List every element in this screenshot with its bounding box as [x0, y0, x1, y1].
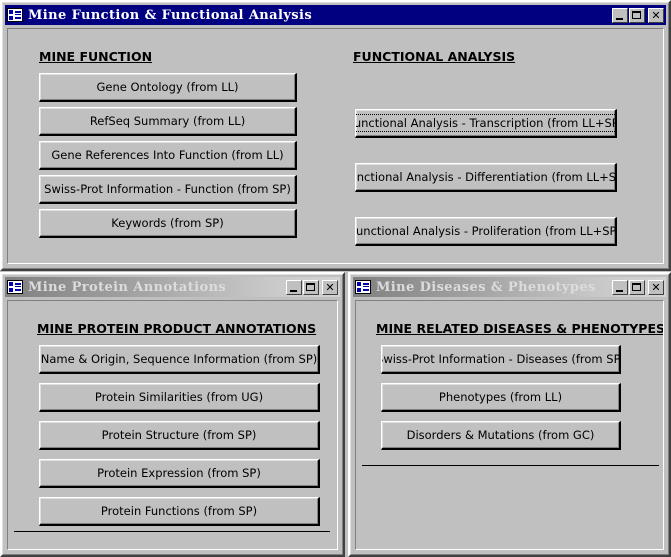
window-mine-function: Mine Function & Functional Analysis ✕ MI…	[0, 0, 671, 271]
section-heading-functional-analysis: FUNCTIONAL ANALYSIS	[353, 49, 516, 64]
button-label: Functional Analysis - Differentiation (f…	[355, 170, 617, 184]
desktop-root: Mine Function & Functional Analysis ✕ MI…	[0, 0, 671, 557]
close-button[interactable]: ✕	[648, 279, 664, 295]
close-button[interactable]: ✕	[322, 279, 338, 295]
button-disorders-mutations[interactable]: Disorders & Mutations (from GC)	[381, 421, 621, 450]
button-label: Gene Ontology (from LL)	[96, 80, 239, 94]
button-label: Protein Structure (from SP)	[101, 428, 257, 442]
window-title: Mine Function & Functional Analysis	[28, 7, 313, 23]
form-list-icon	[7, 280, 23, 294]
button-swiss-prot-information-diseases[interactable]: Swiss-Prot Information - Diseases (from …	[381, 345, 621, 374]
window-title: Mine Protein Annotations	[28, 279, 227, 295]
titlebar-mine-diseases-phenotypes[interactable]: Mine Diseases & Phenotypes ✕	[353, 277, 666, 297]
close-button[interactable]: ✕	[648, 7, 664, 23]
minimize-button[interactable]	[612, 279, 628, 295]
button-label: Swiss-Prot Information - Function (from …	[44, 182, 291, 196]
section-heading-mine-protein-product-annotations: MINE PROTEIN PRODUCT ANNOTATIONS	[37, 321, 317, 336]
button-label: Functional Analysis - Proliferation (fro…	[355, 224, 617, 238]
minimize-button[interactable]	[286, 279, 302, 295]
button-label: Protein Functions (from SP)	[100, 504, 258, 518]
button-gene-references-into-function[interactable]: Gene References Into Function (from LL)	[39, 141, 297, 170]
button-functional-analysis-proliferation[interactable]: Functional Analysis - Proliferation (fro…	[355, 217, 617, 246]
window-mine-diseases-phenotypes: Mine Diseases & Phenotypes ✕ MINE RELATE…	[348, 272, 671, 557]
maximize-button[interactable]	[629, 279, 645, 295]
button-label: Keywords (from SP)	[111, 216, 224, 230]
maximize-button[interactable]	[303, 279, 319, 295]
client-area-mine-protein-annotations: MINE PROTEIN PRODUCT ANNOTATIONS Name & …	[7, 300, 338, 550]
section-heading-mine-function: MINE FUNCTION	[39, 49, 153, 64]
section-heading-mine-related-diseases-phenotypes: MINE RELATED DISEASES & PHENOTYPES	[376, 321, 664, 336]
window-controls: ✕	[286, 279, 338, 295]
button-protein-structure[interactable]: Protein Structure (from SP)	[39, 421, 320, 450]
button-label: Protein Expression (from SP)	[97, 466, 261, 480]
button-label: Protein Similarities (from UG)	[94, 390, 264, 404]
button-label: Disorders & Mutations (from GC)	[406, 428, 595, 442]
window-controls: ✕	[612, 7, 664, 23]
button-name-origin-sequence-information[interactable]: Name & Origin, Sequence Information (fro…	[39, 345, 320, 374]
section-divider	[14, 531, 330, 532]
button-protein-expression[interactable]: Protein Expression (from SP)	[39, 459, 320, 488]
button-label: Phenotypes (from LL)	[438, 390, 563, 404]
form-list-icon	[355, 280, 371, 294]
button-refseq-summary[interactable]: RefSeq Summary (from LL)	[39, 107, 297, 136]
button-phenotypes[interactable]: Phenotypes (from LL)	[381, 383, 621, 412]
button-functional-analysis-transcription[interactable]: Functional Analysis - Transcription (fro…	[355, 109, 617, 138]
window-controls: ✕	[612, 279, 664, 295]
button-functional-analysis-differentiation[interactable]: Functional Analysis - Differentiation (f…	[355, 163, 617, 192]
client-area-mine-diseases-phenotypes: MINE RELATED DISEASES & PHENOTYPES Swiss…	[355, 300, 664, 550]
titlebar-mine-function[interactable]: Mine Function & Functional Analysis ✕	[5, 5, 666, 25]
button-label: Gene References Into Function (from LL)	[51, 148, 284, 162]
button-label: Name & Origin, Sequence Information (fro…	[40, 352, 318, 366]
button-protein-functions[interactable]: Protein Functions (from SP)	[39, 497, 320, 526]
minimize-button[interactable]	[612, 7, 628, 23]
button-protein-similarities[interactable]: Protein Similarities (from UG)	[39, 383, 320, 412]
client-area-mine-function: MINE FUNCTION Gene Ontology (from LL) Re…	[7, 28, 664, 264]
button-label: Functional Analysis - Transcription (fro…	[356, 114, 615, 132]
titlebar-mine-protein-annotations[interactable]: Mine Protein Annotations ✕	[5, 277, 340, 297]
form-list-icon	[7, 8, 23, 22]
window-title: Mine Diseases & Phenotypes	[376, 279, 596, 295]
button-label: Swiss-Prot Information - Diseases (from …	[381, 352, 621, 366]
button-label: RefSeq Summary (from LL)	[89, 114, 246, 128]
button-swiss-prot-information-function[interactable]: Swiss-Prot Information - Function (from …	[39, 175, 297, 204]
section-divider	[362, 465, 659, 466]
window-mine-protein-annotations: Mine Protein Annotations ✕ MINE PROTEIN …	[0, 272, 345, 557]
maximize-button[interactable]	[629, 7, 645, 23]
button-keywords[interactable]: Keywords (from SP)	[39, 209, 297, 238]
button-gene-ontology[interactable]: Gene Ontology (from LL)	[39, 73, 297, 102]
